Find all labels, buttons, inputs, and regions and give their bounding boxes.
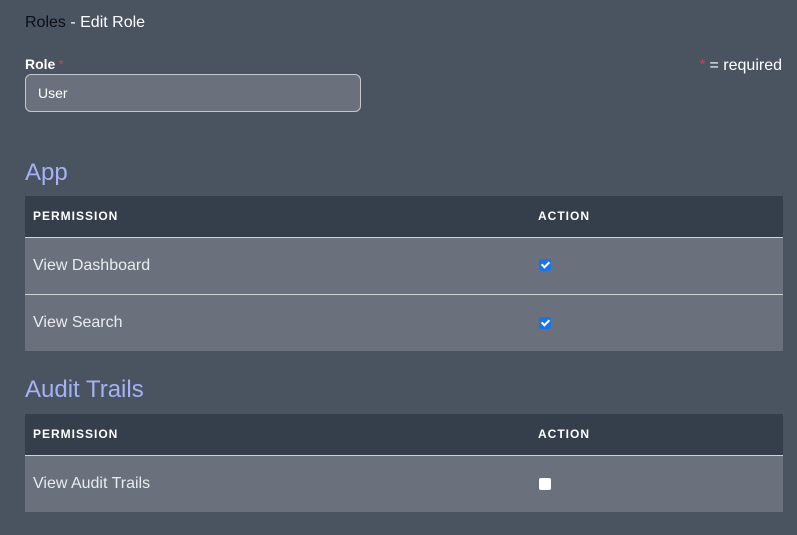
table-row: View Audit Trails bbox=[25, 455, 783, 512]
view-dashboard-checkbox[interactable] bbox=[539, 259, 551, 272]
required-note-text: = required bbox=[709, 57, 783, 74]
breadcrumb-current: Edit Role bbox=[80, 14, 146, 31]
action-cell bbox=[530, 455, 783, 512]
permission-view-search: View Search bbox=[25, 294, 530, 351]
role-input[interactable] bbox=[25, 74, 361, 112]
breadcrumb-roles-link[interactable]: Roles bbox=[25, 14, 66, 31]
permission-column-header: PERMISSION bbox=[25, 414, 530, 456]
edit-role-page: Roles - Edit Role Role* *= required App … bbox=[0, 0, 797, 535]
app-permissions-table: PERMISSION ACTION View Dashboard View Se… bbox=[25, 196, 783, 351]
action-cell bbox=[530, 294, 783, 351]
breadcrumb-separator: - bbox=[65, 14, 81, 31]
table-row: View Dashboard bbox=[25, 237, 783, 295]
role-field-label: Role * bbox=[25, 56, 64, 72]
view-search-checkbox[interactable] bbox=[539, 316, 551, 329]
action-column-header: ACTION bbox=[530, 414, 783, 456]
section-title-audit-trails: Audit Trails bbox=[25, 376, 144, 403]
table-row: View Search bbox=[25, 294, 783, 351]
breadcrumb: Roles - Edit Role bbox=[25, 13, 145, 33]
permission-column-header: PERMISSION bbox=[25, 196, 530, 238]
required-star: * bbox=[58, 56, 64, 72]
action-cell bbox=[530, 237, 783, 295]
permission-view-dashboard: View Dashboard bbox=[25, 237, 530, 295]
required-note-star: * bbox=[699, 57, 706, 74]
action-column-header: ACTION bbox=[530, 196, 783, 238]
role-label-text: Role bbox=[25, 56, 56, 72]
view-audit-trails-checkbox[interactable] bbox=[539, 477, 551, 490]
required-note: * = required bbox=[699, 57, 782, 75]
table-header-row: PERMISSION ACTION bbox=[25, 414, 783, 456]
permission-view-audit-trails: View Audit Trails bbox=[25, 455, 530, 512]
audit-trails-permissions-table: PERMISSION ACTION View Audit Trails bbox=[25, 414, 783, 512]
table-header-row: PERMISSION ACTION bbox=[25, 196, 783, 238]
section-title-app: App bbox=[25, 159, 68, 186]
